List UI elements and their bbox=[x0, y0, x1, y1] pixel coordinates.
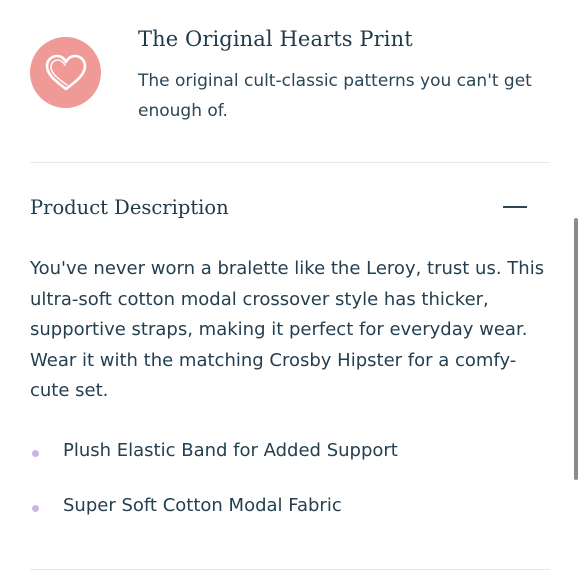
feature-card: The Original Hearts Print The original c… bbox=[30, 22, 550, 132]
bullet-dot-icon bbox=[32, 450, 39, 457]
list-item: Plush Elastic Band for Added Support bbox=[30, 436, 550, 491]
collapse-button[interactable] bbox=[500, 196, 530, 218]
feature-title: The Original Hearts Print bbox=[138, 27, 413, 51]
product-description-text: You've never worn a bralette like the Le… bbox=[30, 258, 545, 401]
bullet-dot-icon bbox=[32, 505, 39, 512]
bullet-text: Super Soft Cotton Modal Fabric bbox=[63, 495, 342, 516]
feature-subtitle: The original cult-classic patterns you c… bbox=[138, 71, 532, 121]
list-item: Super Soft Cotton Modal Fabric bbox=[30, 491, 550, 546]
divider bbox=[30, 162, 550, 163]
minus-icon bbox=[503, 206, 527, 208]
heart-icon bbox=[45, 54, 86, 90]
product-description-heading[interactable]: Product Description bbox=[30, 196, 229, 219]
feature-bullet-list: Plush Elastic Band for Added Support Sup… bbox=[30, 436, 550, 546]
divider bbox=[30, 569, 550, 570]
heart-badge bbox=[30, 37, 101, 108]
scrollbar[interactable] bbox=[574, 218, 578, 480]
bullet-text: Plush Elastic Band for Added Support bbox=[63, 440, 398, 461]
